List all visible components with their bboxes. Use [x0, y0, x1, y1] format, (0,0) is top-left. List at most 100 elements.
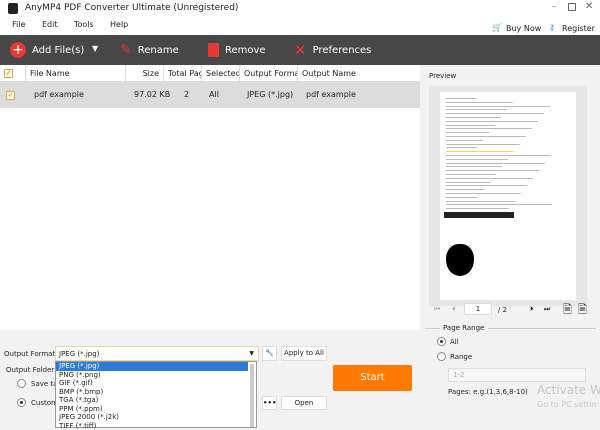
register-link[interactable]: Register	[562, 24, 595, 33]
close-button[interactable]: ✕	[585, 1, 593, 12]
text-line	[446, 121, 538, 122]
next-page-icon[interactable]: ⏵	[530, 305, 534, 314]
header-output-format[interactable]: Output Forma	[240, 65, 298, 82]
trash-icon	[208, 43, 219, 57]
table-header: ✓ File Name Size Total Pag Selected Outp…	[0, 65, 420, 82]
format-option[interactable]: TIFF (*.tiff)	[56, 422, 248, 430]
text-line	[446, 136, 526, 137]
text-line	[446, 166, 502, 167]
save-target-label: Save ta	[31, 380, 57, 388]
page-thumbnail	[440, 92, 576, 300]
text-line	[446, 182, 490, 183]
browse-button[interactable]: •••	[262, 396, 277, 410]
divider	[488, 328, 596, 329]
range-custom-radio[interactable]	[437, 352, 446, 361]
format-option[interactable]: PPM (*.ppm)	[56, 405, 248, 414]
preview-panel: Preview ⏮ ⏴ 1 / 2 ⏵ ⏭ 🗎 🗎 Page Range All…	[420, 65, 600, 428]
chevron-down-icon: ▼	[249, 350, 254, 357]
apply-to-all-button[interactable]: Apply to All	[281, 346, 327, 361]
header-size[interactable]: Size	[126, 65, 164, 82]
menu-file[interactable]: File	[12, 20, 25, 29]
text-line	[446, 106, 550, 107]
cell-pages: 2	[180, 82, 193, 108]
cell-size: 97.02 KB	[130, 82, 174, 108]
title-bar: AnyMP4 PDF Converter Ultimate (Unregiste…	[0, 0, 600, 17]
header-file-name[interactable]: File Name	[26, 65, 126, 82]
text-line	[446, 147, 477, 148]
remove-button[interactable]: Remove	[208, 35, 266, 65]
apple-logo-image	[446, 244, 474, 276]
menu-bar: File Edit Tools Help 🛒 Buy Now ⚷ Registe…	[0, 17, 600, 35]
menu-help[interactable]: Help	[110, 20, 128, 29]
add-files-label: Add File(s)	[32, 45, 84, 56]
save-target-radio[interactable]	[17, 379, 26, 388]
cart-icon: 🛒	[492, 23, 502, 32]
text-line	[446, 98, 476, 99]
menu-edit[interactable]: Edit	[42, 20, 58, 29]
page-total: / 2	[498, 306, 507, 314]
page-range-title: Page Range	[443, 324, 484, 332]
first-page-icon[interactable]: ⏮	[434, 305, 440, 314]
format-option[interactable]: JPEG (*.jpg)	[56, 362, 248, 371]
format-option[interactable]: PNG (*.png)	[56, 371, 248, 380]
format-settings-button[interactable]: 🔧	[262, 346, 277, 361]
text-line	[446, 113, 544, 114]
text-line	[446, 193, 521, 194]
range-all-label: All	[450, 338, 459, 346]
text-line	[446, 159, 508, 160]
output-folder-label: Output Folder:	[6, 366, 56, 374]
menu-tools[interactable]: Tools	[74, 20, 94, 29]
output-format-value: JPEG (*.jpg)	[59, 350, 99, 358]
customize-radio[interactable]	[17, 398, 26, 407]
add-files-button[interactable]: + Add File(s)	[10, 35, 84, 65]
range-input[interactable]: 1-2	[448, 368, 586, 382]
tools-icon: ✕	[294, 41, 307, 59]
range-all-radio[interactable]	[437, 337, 446, 346]
range-hint: Pages: e.g.(1,3,6,8-10)	[448, 388, 528, 396]
dropdown-scrollbar[interactable]	[250, 364, 254, 427]
select-all-checkbox[interactable]: ✓	[4, 69, 13, 78]
text-line	[446, 174, 496, 175]
open-folder-button[interactable]: Open	[281, 396, 327, 410]
cell-file-name: pdf example	[30, 82, 88, 108]
minimize-button[interactable]: –	[552, 2, 557, 12]
preferences-button[interactable]: ✕ Preferences	[294, 35, 371, 65]
text-line	[446, 204, 552, 205]
output-format-select[interactable]: JPEG (*.jpg) ▼	[55, 346, 259, 361]
text-line	[446, 117, 501, 118]
format-option[interactable]: TGA (*.tga)	[56, 396, 248, 405]
text-line	[446, 128, 532, 129]
format-option[interactable]: JPEG 2000 (*.j2k)	[56, 413, 248, 422]
text-line	[446, 170, 539, 171]
text-line	[446, 155, 551, 156]
buy-now-link[interactable]: Buy Now	[506, 24, 541, 33]
format-option[interactable]: BMP (*.bmp)	[56, 388, 248, 397]
document-icon[interactable]: 🗎	[563, 301, 572, 320]
format-option[interactable]: GIF (*.gif)	[56, 379, 248, 388]
last-page-icon[interactable]: ⏭	[544, 305, 550, 314]
row-checkbox[interactable]: ✓	[6, 91, 15, 100]
text-line	[446, 109, 507, 110]
document-export-icon[interactable]: 🗎	[578, 301, 587, 320]
range-custom-label: Range	[450, 353, 472, 361]
text-line	[446, 144, 520, 145]
cell-selected: All	[205, 82, 223, 108]
preview-label: Preview	[429, 72, 456, 80]
text-line	[446, 201, 515, 202]
header-selected[interactable]: Selected	[202, 65, 240, 82]
table-row[interactable]: ✓ pdf example 97.02 KB 2 All JPEG (*.jpg…	[0, 82, 420, 108]
text-line	[446, 208, 509, 209]
text-line	[446, 189, 484, 190]
header-output-name[interactable]: Output Name	[298, 65, 420, 82]
maximize-button[interactable]	[568, 3, 576, 11]
prev-page-icon[interactable]: ⏴	[452, 305, 456, 314]
add-dropdown-icon[interactable]: ▼	[92, 44, 98, 53]
text-line	[446, 102, 513, 103]
rename-label: Rename	[138, 45, 179, 56]
cell-output-name: pdf example	[302, 82, 360, 108]
start-button[interactable]: Start	[333, 365, 412, 391]
watermark-line1: Activate Wi	[537, 383, 600, 397]
page-number-input[interactable]: 1	[464, 303, 492, 315]
rename-button[interactable]: ✎ Rename	[120, 35, 179, 65]
header-total-pages[interactable]: Total Pag	[164, 65, 202, 82]
